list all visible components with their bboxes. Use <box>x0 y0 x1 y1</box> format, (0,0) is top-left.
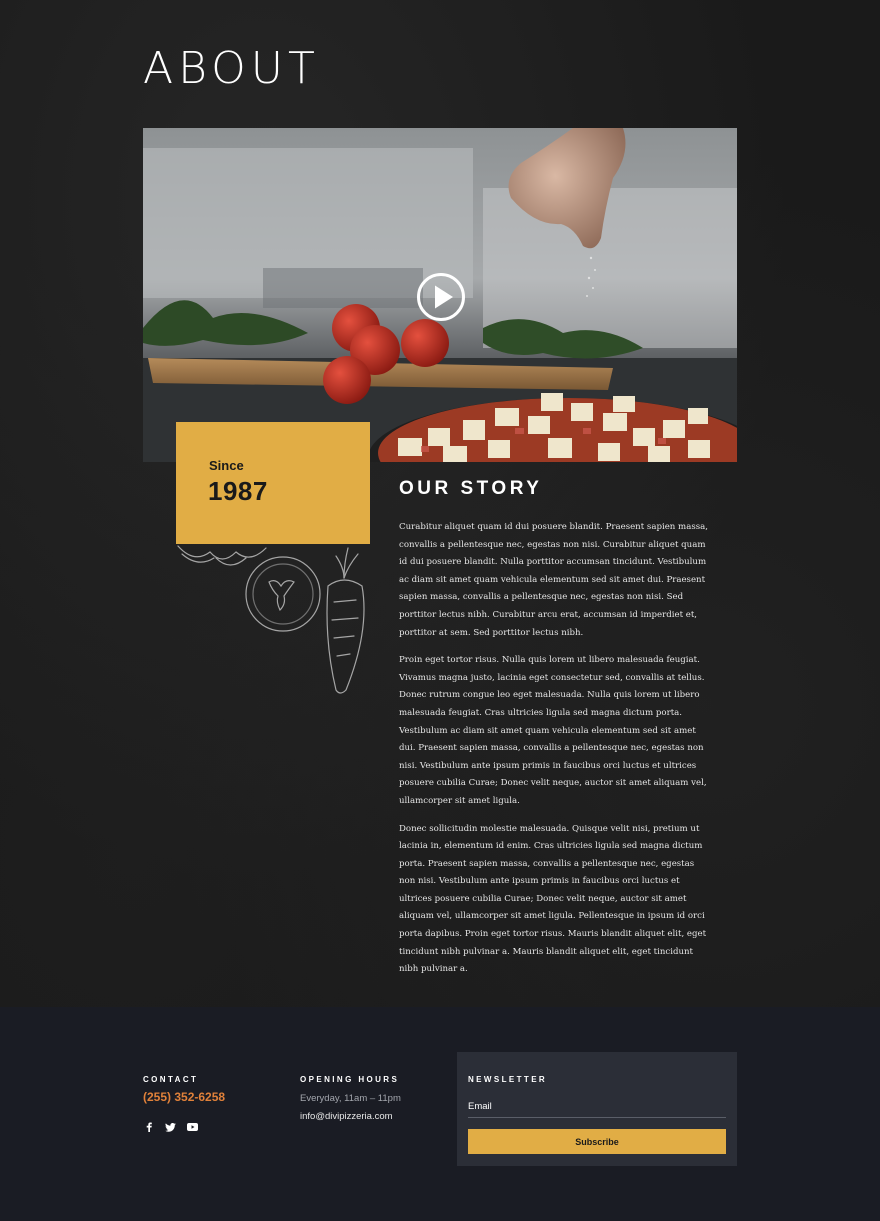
story-body: Curabitur aliquet quam id dui posuere bl… <box>399 519 709 989</box>
vegetable-sketch-illustration <box>177 545 365 694</box>
since-badge: Since 1987 <box>176 422 370 544</box>
about-section: ABOUT Since 1987 OUR STORY Curabitur ali… <box>0 0 880 1007</box>
footer: CONTACT (255) 352-6258 OPENING HOURS Eve… <box>0 1007 880 1221</box>
contact-heading: CONTACT <box>143 1075 199 1084</box>
newsletter-email-input[interactable] <box>468 1096 726 1118</box>
facebook-icon[interactable] <box>143 1121 154 1133</box>
hours-heading: OPENING HOURS <box>300 1075 400 1084</box>
story-heading: OUR STORY <box>399 478 543 499</box>
twitter-icon[interactable] <box>165 1121 176 1133</box>
page-title: ABOUT <box>143 43 320 94</box>
phone-link[interactable]: (255) 352-6258 <box>143 1090 225 1104</box>
newsletter-heading: NEWSLETTER <box>468 1075 548 1084</box>
play-icon <box>417 273 465 321</box>
story-paragraph: Donec sollicitudin molestie malesuada. Q… <box>399 823 707 975</box>
story-paragraph: Proin eget tortor risus. Nulla quis lore… <box>399 655 707 806</box>
since-year: 1987 <box>208 476 268 506</box>
youtube-icon[interactable] <box>187 1121 198 1133</box>
email-link[interactable]: info@divipizzeria.com <box>300 1111 393 1122</box>
story-paragraph: Curabitur aliquet quam id dui posuere bl… <box>399 522 708 638</box>
social-links <box>143 1121 198 1133</box>
subscribe-button[interactable]: Subscribe <box>468 1129 726 1154</box>
play-button[interactable] <box>416 272 466 322</box>
newsletter-panel: NEWSLETTER Subscribe <box>457 1052 737 1166</box>
opening-hours-text: Everyday, 11am – 11pm <box>300 1093 401 1104</box>
since-label: Since <box>209 458 244 473</box>
